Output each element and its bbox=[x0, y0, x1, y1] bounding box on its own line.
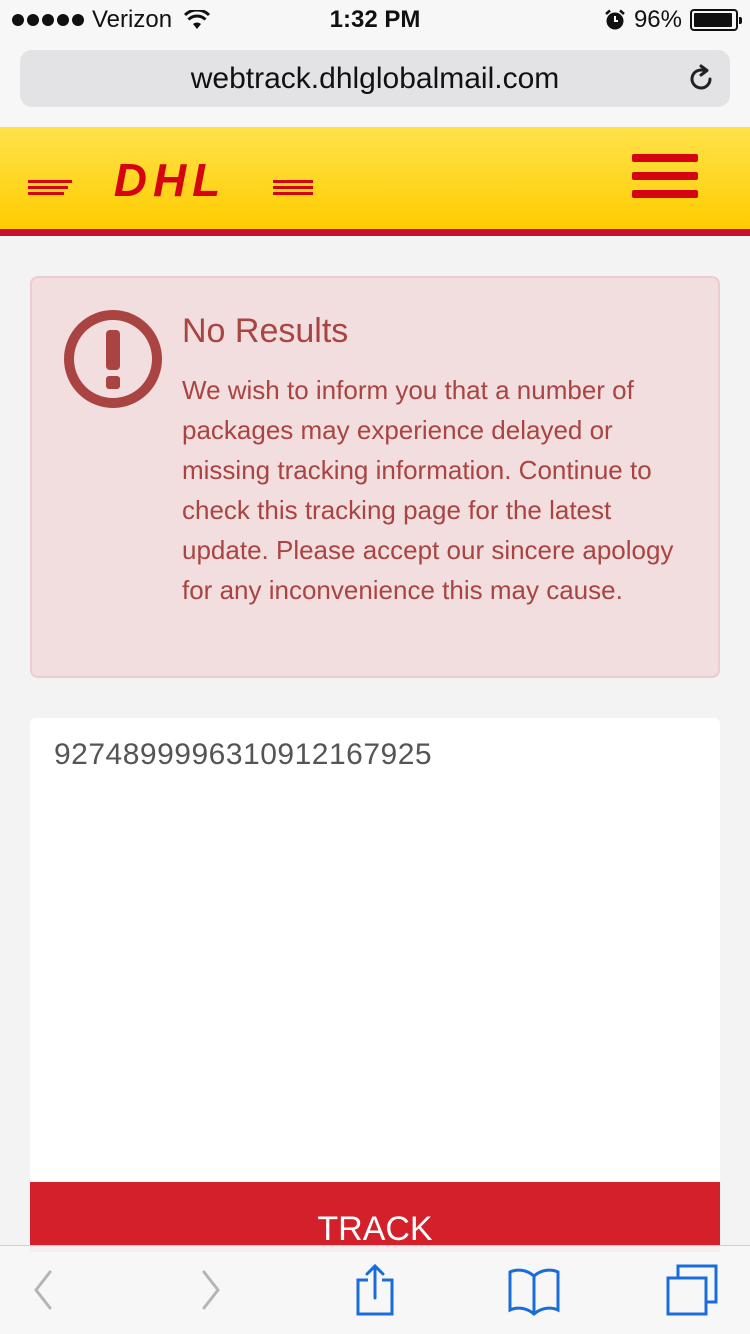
alert-title: No Results bbox=[182, 312, 349, 350]
share-icon[interactable] bbox=[348, 1264, 404, 1316]
alert-message: We wish to inform you that a number of p… bbox=[182, 375, 674, 605]
tabs-icon[interactable] bbox=[664, 1264, 720, 1316]
dhl-logo[interactable]: DHL bbox=[28, 156, 313, 206]
battery-percentage: 96% bbox=[633, 6, 682, 33]
status-bar: Verizon 1:32 PM 96% bbox=[0, 0, 750, 40]
hamburger-menu-icon[interactable] bbox=[632, 154, 698, 204]
tracking-number-field[interactable]: 9274899996310912167925 bbox=[30, 718, 720, 1182]
battery-fill bbox=[694, 13, 733, 27]
status-right: 96% bbox=[604, 6, 742, 34]
battery-icon bbox=[690, 9, 742, 31]
alarm-icon bbox=[605, 9, 625, 30]
browser-address-area: webtrack.dhlglobalmail.com bbox=[0, 40, 750, 128]
bookmarks-icon[interactable] bbox=[506, 1264, 562, 1316]
url-text[interactable]: webtrack.dhlglobalmail.com bbox=[20, 62, 730, 96]
no-results-alert: No Results We wish to inform you that a … bbox=[30, 276, 720, 678]
reload-icon[interactable] bbox=[686, 64, 716, 94]
address-bar[interactable]: webtrack.dhlglobalmail.com bbox=[20, 50, 730, 107]
dhl-logo-text: DHL bbox=[114, 156, 227, 206]
track-button[interactable]: TRACK bbox=[30, 1182, 720, 1252]
back-icon[interactable] bbox=[26, 1264, 82, 1316]
browser-toolbar bbox=[0, 1245, 750, 1334]
exclamation-circle-icon bbox=[64, 310, 162, 408]
site-header: DHL bbox=[0, 128, 750, 236]
tracking-number-value[interactable]: 9274899996310912167925 bbox=[54, 738, 432, 772]
forward-icon[interactable] bbox=[184, 1264, 240, 1316]
